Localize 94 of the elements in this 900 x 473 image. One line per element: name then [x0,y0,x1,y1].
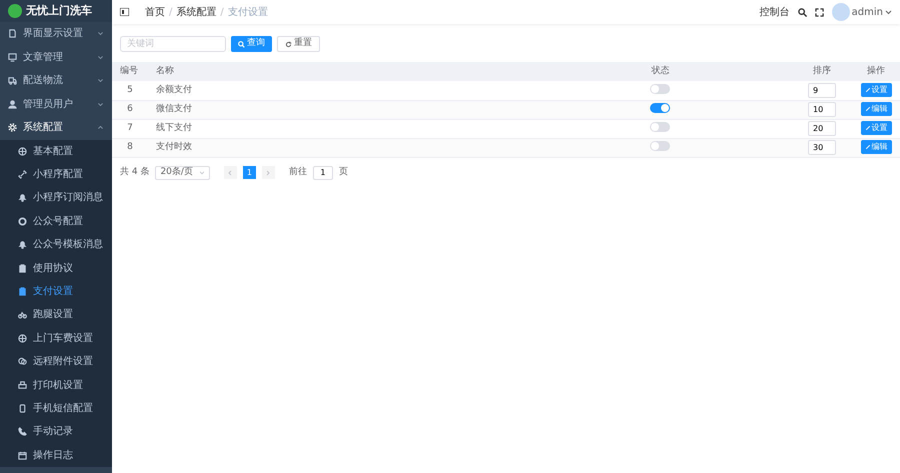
pencil-icon [864,124,870,131]
globe-icon [18,334,27,343]
breadcrumb-link[interactable]: 系统配置 [176,4,216,20]
submenu-item[interactable]: 打印机设置 [0,373,112,397]
pencil-icon [864,144,870,150]
truck-icon [8,76,17,86]
chevron-icon [97,124,104,132]
sort-field[interactable]: 30 [808,140,836,155]
pencil-icon [864,86,870,92]
submenu-item[interactable]: 支付设置 [0,280,112,304]
chevron-icon [97,100,104,108]
submenu-item[interactable]: 小程序订阅消息 [0,186,112,210]
fullscreen-icon[interactable] [814,8,824,16]
page-suffix: 页 [338,166,348,179]
reset-button[interactable]: 重置 [277,36,320,52]
console-link[interactable]: 控制台 [760,4,790,20]
caret-icon [198,170,205,174]
logo-icon [8,4,22,18]
printer-icon [18,380,27,390]
user-name[interactable]: admin [852,4,883,20]
submenu-item[interactable]: 远程附件设置 [0,350,112,374]
breadcrumb-link[interactable]: 首页 [145,4,165,20]
monitor-icon [8,52,17,62]
table-cell: 6 [112,100,148,119]
prev-page-button[interactable] [224,166,237,179]
chevron-right-icon [266,170,270,176]
table-cell: 余额支付 [148,81,529,100]
search-icon[interactable] [798,8,807,16]
toggle-switch[interactable] [650,122,670,132]
sidebar-item[interactable]: 文章管理 [0,46,112,69]
circle-icon [18,216,27,226]
chevron-icon [97,77,104,84]
chevron-left-icon [228,170,232,176]
submenu-item[interactable]: 手动记录 [0,420,112,444]
sort-field[interactable]: 9 [808,82,836,98]
breadcrumb-separator: / [169,6,172,20]
keyword-field[interactable]: 关键词 [120,36,226,52]
gear-icon [8,123,17,132]
clipboard-icon [18,264,27,273]
table-cell: 8 [112,138,148,157]
avatar[interactable] [832,3,850,21]
table-cell: 5 [112,81,148,100]
goto-label: 前往 [288,166,307,179]
submenu-item[interactable]: 公众号配置 [0,210,112,234]
caret-icon[interactable] [885,10,892,14]
toggle-switch[interactable] [650,84,670,94]
calendar-icon [18,450,27,460]
submenu-item[interactable]: 公众号模板消息 [0,233,112,256]
pencil-icon [864,106,870,112]
total-count: 共 4 条 [120,166,150,179]
bell-icon [18,240,27,250]
table-cell: 线下支付 [148,119,529,138]
link-icon [18,170,27,180]
bell-icon [18,193,27,202]
chevron-icon [97,54,104,61]
toggle-switch[interactable] [650,103,670,114]
column-header: 状态 [528,62,792,81]
table-cell: 支付时效 [148,138,529,157]
app-title: 无忧上门洗车 [26,2,92,19]
column-header: 操作 [852,62,900,81]
bicycle-icon [18,310,27,320]
sidebar-item[interactable]: 系统配置 [0,116,112,140]
submenu-item[interactable]: 跑腿设置 [0,303,112,327]
sidebar-toggle-icon[interactable] [120,8,129,16]
submenu-item[interactable]: 基本配置 [0,140,112,163]
sidebar-item[interactable]: 配送物流 [0,69,112,92]
table-cell: 7 [112,119,148,138]
person-icon [8,100,17,109]
submenu-item[interactable]: 小程序配置 [0,162,112,186]
toggle-switch[interactable] [650,141,670,152]
submenu-item[interactable]: 上门车费设置 [0,326,112,350]
refresh-icon [285,40,292,48]
column-header: 编号 [112,62,148,81]
sidebar-item[interactable]: 管理员用户 [0,92,112,116]
table-cell: 微信支付 [148,100,529,119]
next-page-button[interactable] [262,166,275,179]
sort-field[interactable]: 20 [808,120,836,136]
chevron-icon [97,30,104,38]
submenu-item[interactable]: 操作日志 [0,444,112,467]
phone-icon [18,404,27,413]
column-header: 名称 [148,62,529,81]
search-icon [238,40,245,48]
globe-icon [18,146,27,156]
sort-field[interactable]: 10 [808,102,836,117]
page-field[interactable]: 1 [312,166,333,180]
column-header: 排序 [792,62,852,81]
page-size-select[interactable]: 20条/页 [155,166,210,180]
sidebar-item[interactable]: 界面显示设置 [0,22,112,46]
submenu-item[interactable]: 手机短信配置 [0,396,112,420]
breadcrumb-separator: / [220,6,224,20]
submenu-item[interactable]: 使用协议 [0,256,112,280]
clipboard-icon [18,287,27,296]
document-icon [8,29,17,38]
phone-handset-icon [18,427,27,436]
